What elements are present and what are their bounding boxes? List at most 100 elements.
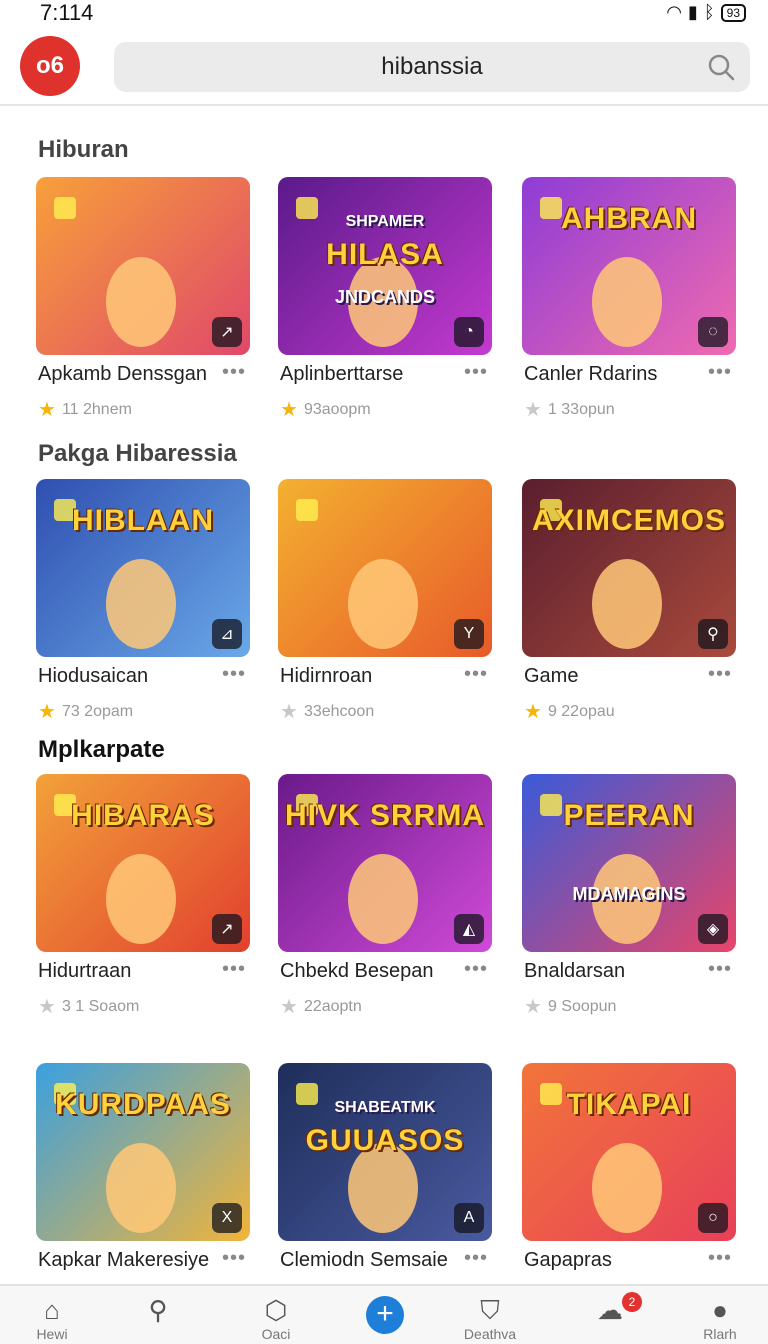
app-badge-icon: A (454, 1203, 484, 1233)
game-thumbnail[interactable]: SHPAMER HILASA JNDCANDS ◔ (278, 177, 492, 355)
confetti-decoration (54, 197, 76, 219)
card-title[interactable]: Hiodusaican (38, 665, 148, 688)
game-card[interactable]: KURDPAAS X Kapkar Makeresiye ••• (36, 1063, 250, 1271)
app-badge-icon: X (212, 1203, 242, 1233)
more-options-icon[interactable]: ••• (464, 958, 488, 981)
search-input[interactable]: hibanssia (114, 42, 750, 92)
game-thumbnail[interactable]: Y (278, 479, 492, 657)
more-options-icon[interactable]: ••• (708, 663, 732, 686)
card-title[interactable]: Bnaldarsan (524, 960, 625, 983)
game-thumbnail[interactable]: SHABEATMK GUUASOS A (278, 1063, 492, 1241)
game-card[interactable]: ↗ Apkamb Denssgan ••• ★ 11 2hnem (36, 177, 250, 421)
thumbnail-title: AXIMCEMOS (531, 503, 726, 537)
game-card[interactable]: SHABEATMK GUUASOS A Clemiodn Semsaie ••• (278, 1063, 492, 1271)
card-title[interactable]: Canler Rdarins (524, 363, 657, 386)
more-options-icon[interactable]: ••• (222, 1247, 246, 1270)
app-badge-icon: ◈ (698, 914, 728, 944)
star-icon: ★ (38, 701, 56, 723)
game-thumbnail[interactable]: PEERAN MDAMAGINS ◈ (522, 774, 736, 952)
more-options-icon[interactable]: ••• (464, 663, 488, 686)
game-card[interactable]: Y Hidirnroan ••• ★ 33ehcoon (278, 479, 492, 723)
game-card[interactable]: PEERAN MDAMAGINS ◈ Bnaldarsan ••• ★ 9 Soopun (522, 774, 736, 1018)
section-title: Mplkarpate (38, 736, 165, 763)
card-title[interactable]: Hidurtraan (38, 960, 131, 983)
battery-icon: 93 (720, 3, 746, 22)
app-logo[interactable]: o6 (20, 36, 80, 96)
thumbnail-subtitle: MDAMAGINS (572, 884, 686, 905)
card-title[interactable]: Apkamb Denssgan (38, 363, 207, 386)
rating-value: 93aoopm (303, 400, 371, 418)
bag-icon: ⬡ (264, 1295, 288, 1325)
card-title[interactable]: Clemiodn Semsaie (280, 1249, 448, 1272)
nav-search[interactable]: ⚲ (118, 1294, 198, 1326)
thumbnail-title: HIBARAS (71, 798, 215, 832)
app-badge-icon: ◭ (454, 914, 484, 944)
game-card[interactable]: HIBARAS ↗ Hidurtraan ••• ★ 3 1 Soaom (36, 774, 250, 1018)
status-time: 7:114 (40, 0, 94, 25)
nav-bag[interactable]: ⬡ Oaci (236, 1294, 316, 1342)
nav-home[interactable]: ⌂ Hewi (12, 1294, 92, 1342)
character-illustration (106, 257, 176, 347)
nav-profile[interactable]: ● Rlarh (680, 1294, 760, 1342)
app-badge-icon: ↗ (212, 317, 242, 347)
game-card[interactable]: SHPAMER HILASA JNDCANDS ◔ Aplinberttarse ••• ★… (278, 177, 492, 421)
game-thumbnail[interactable]: ↗ (36, 177, 250, 355)
nav-shield[interactable]: ⛉ Deathva (450, 1294, 530, 1342)
game-thumbnail[interactable]: HIBLAAN ⊿ (36, 479, 250, 657)
character-illustration (106, 1143, 176, 1233)
card-title[interactable]: Gapapras (524, 1249, 612, 1272)
character-illustration (592, 559, 662, 649)
app-badge-icon: ⊿ (212, 619, 242, 649)
section-title: Pakga Hibaressia (38, 440, 237, 467)
app-badge-icon: ⚲ (698, 619, 728, 649)
more-options-icon[interactable]: ••• (708, 958, 732, 981)
game-thumbnail[interactable]: TIKAPAI ○ (522, 1063, 736, 1241)
card-title[interactable]: Chbekd Besepan (280, 960, 433, 983)
status-bar: 7:114 ◠ ▮ ᛒ 93 (0, 0, 768, 30)
card-title[interactable]: Kapkar Makeresiye (38, 1249, 209, 1272)
game-thumbnail[interactable]: HIVK SRRMA ◭ (278, 774, 492, 952)
character-illustration (106, 559, 176, 649)
card-rating: ★ 73 2opam (38, 699, 133, 724)
thumbnail-title: HILASA (326, 237, 444, 271)
search-query[interactable]: hibanssia (381, 53, 482, 81)
game-card[interactable]: HIVK SRRMA ◭ Chbekd Besepan ••• ★ 22aoptn (278, 774, 492, 1018)
character-illustration (592, 1143, 662, 1233)
card-rating: ★ 9 22opau (524, 699, 615, 724)
thumbnail-subtitle: SHABEATMK (334, 1098, 436, 1116)
card-title[interactable]: Hidirnroan (280, 665, 372, 688)
card-rating: ★ 22aoptn (280, 994, 362, 1019)
more-options-icon[interactable]: ••• (222, 663, 246, 686)
rating-value: 73 2opam (61, 702, 134, 720)
more-options-icon[interactable]: ••• (222, 361, 246, 384)
game-thumbnail[interactable]: HIBARAS ↗ (36, 774, 250, 952)
character-illustration (592, 257, 662, 347)
nav-label: Oaci (261, 1326, 291, 1342)
game-thumbnail[interactable]: AHBRAN ◌ (522, 177, 736, 355)
confetti-decoration (296, 499, 318, 521)
card-rating: ★ 3 1 Soaom (38, 994, 139, 1019)
more-options-icon[interactable]: ••• (464, 361, 488, 384)
character-illustration (348, 854, 418, 944)
more-options-icon[interactable]: ••• (708, 361, 732, 384)
rating-value: 33ehcoon (303, 702, 375, 720)
game-card[interactable]: TIKAPAI ○ Gapapras ••• (522, 1063, 736, 1271)
thumbnail-title: PEERAN (563, 798, 695, 832)
star-icon: ★ (524, 996, 542, 1018)
card-title[interactable]: Game (524, 665, 578, 688)
game-card[interactable]: HIBLAAN ⊿ Hiodusaican ••• ★ 73 2opam (36, 479, 250, 723)
nav-label: Deathva (463, 1326, 517, 1342)
plus-icon[interactable]: + (366, 1296, 404, 1334)
rating-value: 9 22opau (547, 702, 615, 720)
game-thumbnail[interactable]: KURDPAAS X (36, 1063, 250, 1241)
card-title[interactable]: Aplinberttarse (280, 363, 403, 386)
rating-value: 1 33opun (547, 400, 615, 418)
game-thumbnail[interactable]: AXIMCEMOS ⚲ (522, 479, 736, 657)
more-options-icon[interactable]: ••• (708, 1247, 732, 1270)
more-options-icon[interactable]: ••• (222, 958, 246, 981)
game-card[interactable]: AHBRAN ◌ Canler Rdarins ••• ★ 1 33opun (522, 177, 736, 421)
card-rating: ★ 11 2hnem (38, 397, 132, 422)
game-card[interactable]: AXIMCEMOS ⚲ Game ••• ★ 9 22opau (522, 479, 736, 723)
more-options-icon[interactable]: ••• (464, 1247, 488, 1270)
search-icon[interactable] (706, 52, 736, 82)
